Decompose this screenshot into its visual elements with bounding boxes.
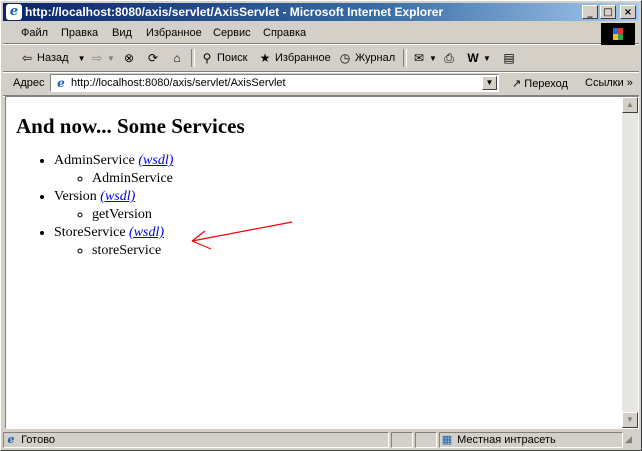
address-url[interactable]: http://localhost:8080/axis/servlet/AxisS…	[71, 76, 286, 90]
status-text: Готово	[21, 434, 56, 446]
go-label: Переход	[524, 78, 568, 90]
print-icon: ⎙	[444, 51, 454, 66]
mail-icon: ✉	[413, 51, 425, 66]
page-viewport[interactable]: And now... Some Services AdminService (w…	[5, 96, 639, 429]
menu-view[interactable]: Вид	[112, 27, 132, 39]
menu-favorites[interactable]: Избранное	[146, 27, 202, 39]
print-button[interactable]: ⎙	[441, 49, 459, 67]
service-list: AdminService (wsdl) AdminService Version…	[16, 152, 616, 260]
operation-item: AdminService	[92, 170, 616, 188]
mail-dropdown-icon[interactable]: ▼	[429, 54, 437, 63]
scroll-down-button[interactable]: ▼	[622, 412, 638, 428]
forward-dropdown-icon[interactable]: ▼	[107, 54, 115, 63]
links-label: Ссылки	[585, 77, 624, 89]
mail-button[interactable]: ✉ ▼	[411, 49, 437, 67]
resize-grip-icon[interactable]: ◢	[625, 432, 639, 448]
edit-dropdown-icon[interactable]: ▼	[483, 54, 491, 63]
intranet-zone-icon: ▦	[441, 433, 453, 446]
go-button[interactable]: ↗ Переход	[512, 77, 568, 90]
page-status-icon: e	[7, 433, 15, 446]
close-button[interactable]: ×	[620, 5, 636, 19]
toolbar-separator	[191, 49, 195, 67]
status-cell	[415, 432, 437, 448]
wsdl-link[interactable]: (wsdl)	[138, 153, 173, 168]
vertical-scrollbar[interactable]: ▲ ▼	[622, 97, 638, 428]
status-bar: e Готово ▦ Местная интрасеть ◢	[3, 431, 639, 449]
back-label: Назад	[37, 52, 69, 64]
history-icon: ◷	[339, 51, 351, 66]
history-label: Журнал	[355, 52, 396, 64]
history-button[interactable]: ◷ Журнал	[337, 49, 395, 67]
favorites-button[interactable]: ★ Избранное	[257, 49, 331, 67]
address-dropdown-button[interactable]: ▼	[482, 76, 497, 90]
menu-file[interactable]: Файл	[21, 27, 48, 39]
word-edit-icon: W	[467, 51, 479, 66]
edit-button[interactable]: W ▼	[465, 49, 491, 67]
minimize-button[interactable]: _	[582, 5, 598, 19]
address-bar: Адрес e http://localhost:8080/axis/servl…	[3, 73, 639, 96]
back-dropdown-icon[interactable]: ▼	[78, 54, 86, 63]
chevron-right-icon: »	[626, 77, 633, 89]
page-heading: And now... Some Services	[16, 114, 245, 138]
scroll-up-button[interactable]: ▲	[622, 97, 638, 113]
wsdl-link[interactable]: (wsdl)	[100, 189, 135, 204]
service-item: AdminService (wsdl) AdminService	[54, 152, 616, 188]
operation-item: storeService	[92, 242, 616, 260]
page-icon: e	[57, 76, 65, 90]
go-arrow-icon: ↗	[512, 78, 522, 90]
service-name: StoreService	[54, 225, 126, 240]
ie-logo-icon: e	[6, 4, 22, 20]
toolbar-separator	[403, 49, 407, 67]
search-label: Поиск	[217, 52, 248, 64]
status-text-cell: e Готово	[3, 432, 389, 448]
links-button[interactable]: Ссылки »	[585, 77, 633, 89]
discuss-button[interactable]: ▤	[501, 49, 519, 67]
title-bar[interactable]: e http://localhost:8080/axis/servlet/Axi…	[3, 3, 639, 21]
search-button[interactable]: ⚲ Поиск	[199, 49, 248, 67]
standard-toolbar: ⇦ Назад ▼ ⇨ ▼ ⊗ ⟳ ⌂ ⚲ Поиск ★ Избранное ◷ Жур…	[3, 45, 639, 72]
forward-arrow-icon: ⇨	[91, 51, 103, 66]
page-content: And now... Some Services AdminService (w…	[16, 97, 616, 260]
address-label: Адрес	[13, 77, 45, 89]
menu-help[interactable]: Справка	[263, 27, 306, 39]
service-item: Version (wsdl) getVersion	[54, 188, 616, 224]
favorites-icon: ★	[259, 51, 271, 66]
menu-edit[interactable]: Правка	[61, 27, 98, 39]
stop-button[interactable]: ⊗	[121, 49, 139, 67]
favorites-label: Избранное	[275, 52, 331, 64]
operation-item: getVersion	[92, 206, 616, 224]
service-item: StoreService (wsdl) storeService	[54, 224, 616, 260]
zone-text: Местная интрасеть	[457, 434, 556, 446]
window-title: http://localhost:8080/axis/servlet/AxisS…	[25, 5, 444, 19]
forward-button[interactable]: ⇨ ▼	[89, 49, 115, 67]
address-input[interactable]: e http://localhost:8080/axis/servlet/Axi…	[50, 74, 499, 92]
refresh-icon: ⟳	[147, 51, 159, 66]
home-icon: ⌂	[173, 51, 181, 66]
maximize-button[interactable]: □	[600, 5, 616, 19]
discuss-icon: ▤	[503, 51, 515, 66]
menu-tools[interactable]: Сервис	[213, 27, 251, 39]
refresh-button[interactable]: ⟳	[145, 49, 163, 67]
back-arrow-icon: ⇦	[21, 51, 33, 66]
search-icon: ⚲	[202, 51, 212, 66]
ie-window: e http://localhost:8080/axis/servlet/Axi…	[0, 0, 642, 451]
zone-cell[interactable]: ▦ Местная интрасеть	[439, 432, 623, 448]
back-button[interactable]: ⇦ Назад ▼	[19, 49, 86, 67]
home-button[interactable]: ⌂	[169, 49, 187, 67]
status-cell	[391, 432, 413, 448]
wsdl-link[interactable]: (wsdl)	[129, 225, 164, 240]
menu-bar: Файл Правка Вид Избранное Сервис Справка	[3, 23, 639, 44]
service-name: Version	[54, 189, 97, 204]
windows-logo-icon	[601, 23, 635, 45]
service-name: AdminService	[54, 153, 135, 168]
stop-icon: ⊗	[123, 51, 135, 66]
